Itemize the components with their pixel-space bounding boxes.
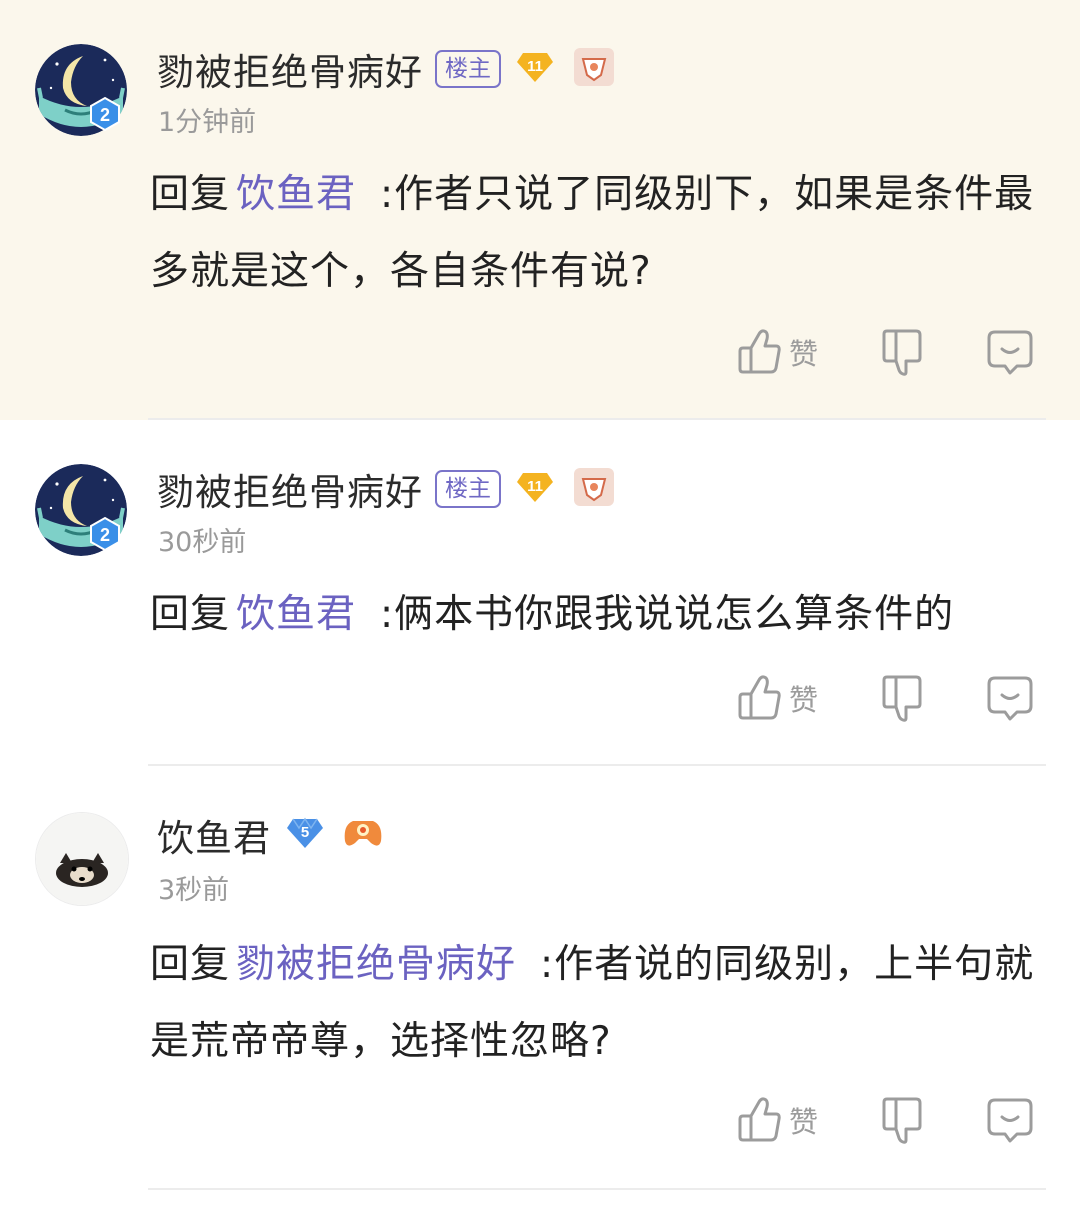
svg-text:11: 11 [527, 478, 543, 495]
thumbs-down-icon [882, 329, 922, 376]
divider [148, 1188, 1046, 1190]
like-button[interactable]: 赞 [737, 1096, 818, 1144]
like-label: 赞 [789, 683, 819, 717]
user-row: 勠被拒绝骨病好 楼主 11 [157, 464, 615, 514]
timestamp: 3秒前 [158, 875, 230, 906]
username[interactable]: 勠被拒绝骨病好 [157, 42, 423, 96]
dislike-button[interactable] [880, 328, 924, 378]
thumbs-down-icon [882, 1097, 922, 1144]
comment-actions: 赞 [737, 674, 1037, 724]
comment-item: 2 勠被拒绝骨病好 楼主 11 1分钟前 回复 饮鱼君:作者只说了同级别下，如果是… [0, 0, 1080, 420]
svg-text:2: 2 [100, 105, 110, 125]
avatar-level-badge-icon: 2 [90, 516, 120, 552]
timestamp: 30秒前 [158, 527, 247, 558]
like-button[interactable]: 赞 [737, 674, 818, 722]
game-badge [341, 815, 385, 855]
mention-link[interactable]: 饮鱼君 [236, 172, 356, 217]
fan-badge [573, 467, 615, 511]
level-badge: 5 [285, 815, 325, 855]
user-row: 勠被拒绝骨病好 楼主 11 [157, 44, 615, 94]
like-label: 赞 [789, 337, 819, 371]
reply-bubble-icon [987, 1098, 1033, 1143]
fan-badge-icon [574, 468, 614, 506]
comment-item: 2 勠被拒绝骨病好 楼主 11 30秒前 回复 饮鱼君 :俩本书你跟我说说怎么算条件… [0, 420, 1080, 766]
reply-prefix: 回复 [150, 942, 231, 987]
avatar[interactable] [35, 812, 129, 906]
reply-prefix: 回复 [150, 592, 231, 637]
avatar-level-badge-icon: 2 [90, 96, 120, 132]
svg-text:11: 11 [527, 58, 543, 75]
comment-content: :俩本书你跟我说说怎么算条件的 [380, 592, 955, 637]
level-badge: 11 [515, 469, 555, 509]
fan-badge-icon [574, 48, 614, 86]
thumbs-up-icon [738, 675, 781, 720]
reply-bubble-icon [987, 330, 1033, 375]
comment-actions: 赞 [737, 328, 1037, 378]
fan-badge [573, 47, 615, 91]
user-row: 饮鱼君 5 [157, 810, 385, 860]
timestamp: 1分钟前 [158, 107, 257, 138]
comment-actions: 赞 [737, 1096, 1037, 1146]
blue-diamond-icon: 5 [287, 817, 323, 848]
like-button[interactable]: 赞 [737, 328, 818, 376]
reply-bubble-icon [987, 676, 1033, 721]
username[interactable]: 勠被拒绝骨病好 [157, 462, 423, 516]
svg-text:2: 2 [100, 525, 110, 545]
comment-text: 回复 饮鱼君 :俩本书你跟我说说怎么算条件的 [150, 576, 1050, 653]
dog-avatar-icon [36, 813, 128, 905]
like-label: 赞 [789, 1105, 819, 1139]
mention-link[interactable]: 饮鱼君 [236, 592, 356, 637]
reply-button[interactable] [987, 328, 1033, 376]
owner-tag: 楼主 [435, 470, 501, 508]
comment-text: 回复 勠被拒绝骨病好:作者说的同级别，上半句就是荒帝帝尊，选择性忽略? [150, 926, 1050, 1080]
level-badge: 11 [515, 49, 555, 89]
svg-text:5: 5 [301, 824, 309, 841]
dislike-button[interactable] [880, 1096, 924, 1146]
username[interactable]: 饮鱼君 [157, 808, 271, 862]
thumbs-down-icon [882, 675, 922, 722]
reply-button[interactable] [987, 1096, 1033, 1144]
dislike-button[interactable] [880, 674, 924, 724]
reply-button[interactable] [987, 674, 1033, 722]
gamepad-icon [344, 821, 382, 846]
thumbs-up-icon [738, 329, 781, 374]
comment-text: 回复 饮鱼君:作者只说了同级别下，如果是条件最多就是这个，各自条件有说? [150, 156, 1050, 310]
thumbs-up-icon [738, 1097, 781, 1142]
owner-tag: 楼主 [435, 50, 501, 88]
gold-diamond-icon: 11 [517, 473, 553, 502]
mention-link[interactable]: 勠被拒绝骨病好 [236, 942, 516, 987]
gold-diamond-icon: 11 [517, 53, 553, 82]
reply-prefix: 回复 [150, 172, 231, 217]
comment-item: 饮鱼君 5 3秒前 回复 勠被拒绝骨病好:作者说的同级别，上半句就是荒帝帝尊，选择… [0, 766, 1080, 1190]
